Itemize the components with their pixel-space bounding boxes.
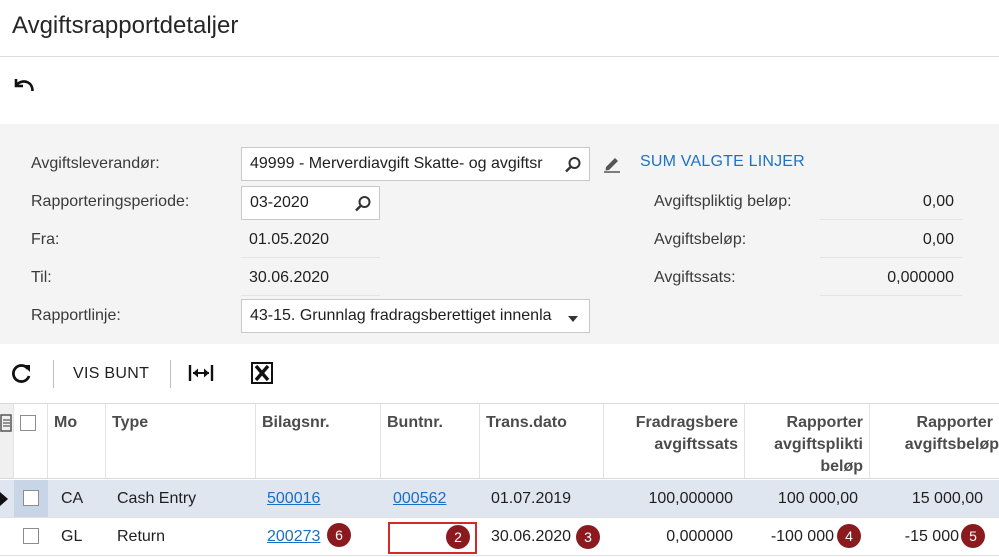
from-value: 01.05.2020 — [241, 224, 380, 258]
period-value: 03-2020 — [250, 194, 309, 211]
cell-reported-taxable: -100 000 — [770, 528, 834, 545]
search-icon[interactable] — [564, 156, 582, 174]
from-label: Fra: — [31, 231, 60, 248]
taxable-amount-label: Avgiftspliktig beløp: — [654, 193, 792, 210]
period-label: Rapporteringsperiode: — [31, 193, 190, 210]
search-icon[interactable] — [354, 195, 372, 213]
excel-export-icon[interactable] — [251, 362, 273, 384]
column-header-reported-tax-line2: avgiftsbeløp — [904, 436, 999, 453]
taxable-amount-value: 0,00 — [820, 186, 962, 220]
tax-amount-value: 0,00 — [820, 224, 962, 258]
cell-type: Cash Entry — [117, 490, 197, 507]
row-select-cell[interactable] — [14, 480, 48, 517]
toolbar-divider — [53, 360, 54, 388]
annotation-badge: 5 — [961, 524, 985, 548]
annotation-badge: 4 — [837, 524, 861, 548]
provider-value: 49999 - Merverdiavgift Skatte- og avgift… — [250, 155, 543, 172]
column-header-batch-no[interactable]: Buntnr. — [381, 404, 480, 478]
period-input[interactable]: 03-2020 — [241, 186, 380, 220]
cell-mo: GL — [61, 528, 83, 545]
annotation-badge: 2 — [446, 525, 470, 549]
title-divider — [0, 56, 999, 57]
toolbar-divider — [170, 360, 171, 388]
column-header-deductible-rate[interactable]: Fradragsbere avgiftssats — [604, 404, 745, 478]
sum-selected-lines-link[interactable]: SUM VALGTE LINJER — [640, 153, 805, 171]
column-header-deductible-rate-line2: avgiftssats — [654, 436, 738, 453]
table-row[interactable]: GL Return 200273 6 2 30.06.2020 3 0,0000… — [0, 518, 999, 556]
column-header-reported-taxable-line3: beløp — [820, 458, 863, 475]
select-all-checkbox[interactable] — [20, 415, 36, 431]
cell-reported-taxable: 100 000,00 — [777, 490, 858, 507]
cell-deductible-rate: 100,000000 — [648, 490, 733, 507]
cell-trans-date: 30.06.2020 — [491, 528, 572, 545]
current-row-indicator-icon — [0, 492, 8, 506]
column-header-doc-no[interactable]: Bilagsnr. — [256, 404, 381, 478]
column-header-reported-taxable-line2: avgiftsplikti — [774, 436, 863, 453]
table-row[interactable]: CA Cash Entry 500016 000562 01.07.2019 1… — [0, 480, 999, 518]
cell-mo: CA — [61, 490, 84, 507]
to-value: 30.06.2020 — [241, 262, 380, 296]
column-header-mo[interactable]: Mo — [48, 404, 106, 478]
to-label: Til: — [31, 269, 52, 286]
row-select-cell[interactable] — [14, 518, 48, 555]
provider-input[interactable]: 49999 - Merverdiavgift Skatte- og avgift… — [241, 147, 590, 181]
chevron-down-icon[interactable] — [564, 310, 582, 328]
batch-no-link[interactable]: 000562 — [393, 490, 446, 507]
cell-type: Return — [117, 528, 166, 545]
column-header-reported-tax[interactable]: Rapporter avgiftsbeløp — [870, 404, 999, 478]
report-line-select[interactable]: 43-15. Grunnlag fradragsberettiget innen… — [241, 299, 590, 333]
report-line-label: Rapportlinje: — [31, 307, 121, 324]
column-header-reported-tax-line1: Rapporter — [916, 414, 993, 431]
page-title: Avgiftsrapportdetaljer — [12, 12, 239, 39]
tax-rate-label: Avgiftssats: — [654, 269, 736, 286]
row-checkbox[interactable] — [23, 490, 39, 506]
annotation-badge: 3 — [576, 525, 600, 549]
cell-deductible-rate: 0,000000 — [666, 528, 733, 545]
select-all-header[interactable] — [14, 404, 48, 478]
tax-rate-value: 0,000000 — [820, 262, 962, 296]
show-batch-button[interactable]: VIS BUNT — [73, 365, 149, 383]
doc-no-link[interactable]: 500016 — [267, 490, 320, 507]
row-details-header[interactable] — [0, 404, 14, 478]
cell-reported-tax: 15 000,00 — [911, 490, 983, 507]
column-header-reported-taxable-line1: Rapporter — [786, 414, 863, 431]
annotation-badge: 6 — [327, 523, 351, 547]
column-header-trans-date[interactable]: Trans.dato — [480, 404, 604, 478]
undo-icon[interactable] — [12, 74, 36, 98]
cell-reported-tax: -15 000 — [904, 528, 959, 545]
provider-label: Avgiftsleverandør: — [31, 155, 160, 172]
column-header-deductible-rate-line1: Fradragsbere — [635, 414, 738, 431]
cell-trans-date: 01.07.2019 — [491, 490, 572, 507]
column-header-reported-taxable[interactable]: Rapporter avgiftsplikti beløp — [745, 404, 870, 478]
column-header-type[interactable]: Type — [106, 404, 256, 478]
doc-no-link[interactable]: 200273 — [267, 528, 320, 545]
row-details-icon[interactable] — [0, 414, 12, 432]
tax-amount-label: Avgiftsbeløp: — [654, 231, 747, 248]
row-checkbox[interactable] — [23, 528, 39, 544]
fit-columns-icon[interactable] — [188, 363, 214, 383]
report-line-value: 43-15. Grunnlag fradragsberettiget innen… — [250, 307, 552, 324]
refresh-icon[interactable] — [10, 362, 32, 386]
grid-header: Mo Type Bilagsnr. Buntnr. Trans.dato Fra… — [0, 403, 999, 479]
pencil-icon[interactable] — [602, 153, 622, 173]
